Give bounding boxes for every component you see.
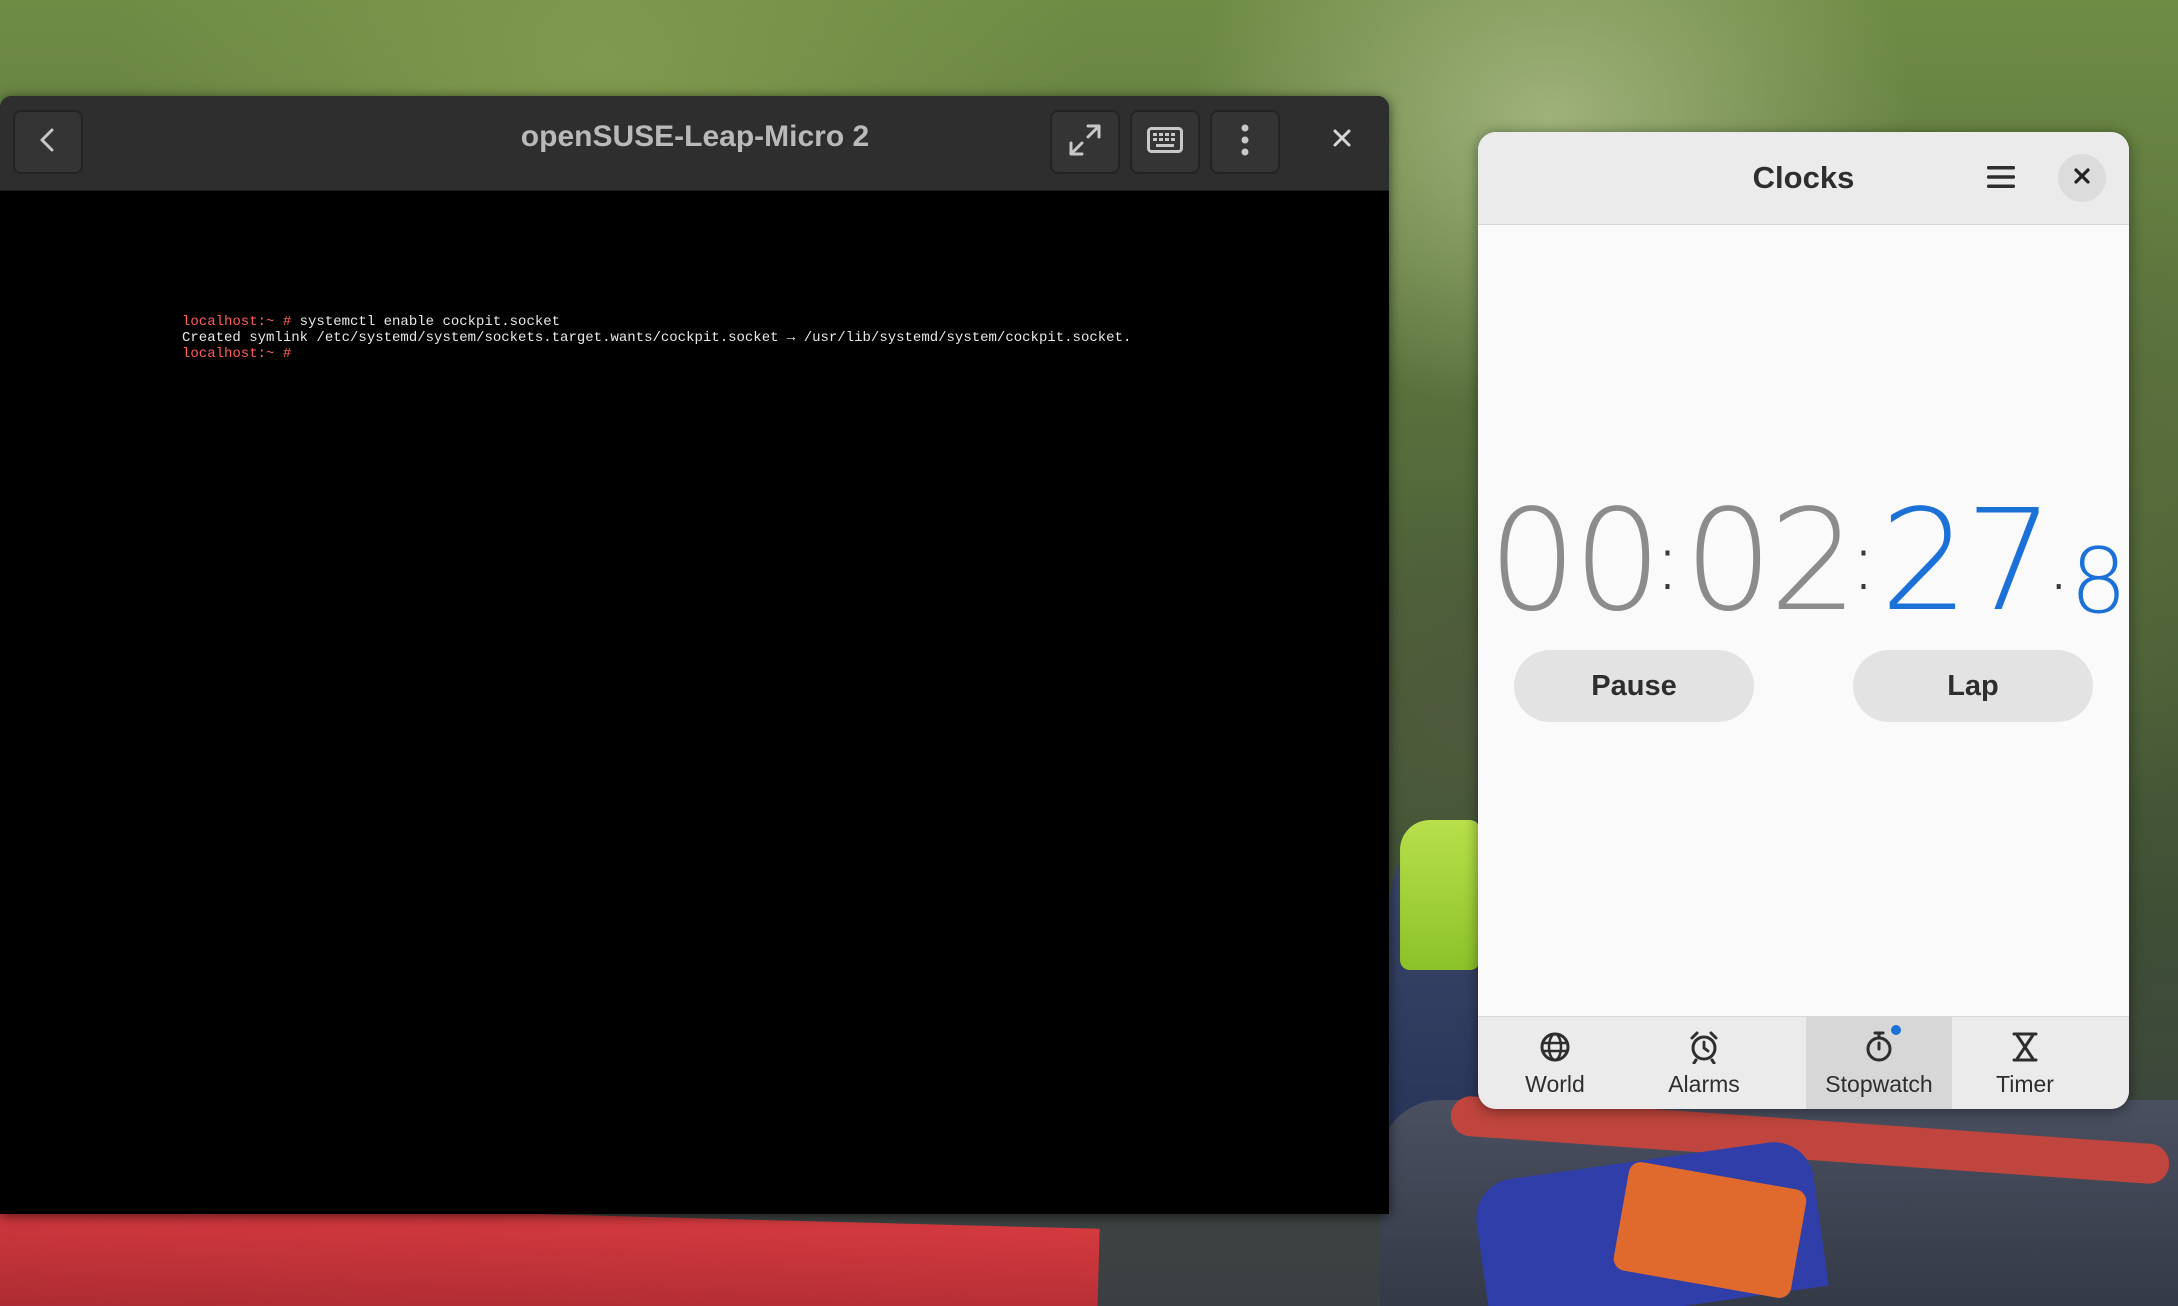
fullscreen-button[interactable]: [1050, 110, 1120, 174]
keyboard-button[interactable]: [1130, 110, 1200, 174]
kebab-menu-icon: [1240, 123, 1250, 162]
clocks-close-button[interactable]: [2058, 154, 2106, 202]
time-separator: :: [1654, 515, 1681, 608]
stopwatch-time-display: 00 : 02 : 27 . 8: [1488, 462, 2128, 662]
decimal-separator: .: [2046, 515, 2072, 608]
globe-icon: [1537, 1029, 1573, 1065]
terminal-prompt: localhost:~ #: [182, 346, 292, 362]
lap-button[interactable]: Lap: [1853, 650, 2093, 722]
vm-header-bar: openSUSE-Leap-Micro 2: [0, 96, 1389, 191]
tab-label: Stopwatch: [1825, 1071, 1933, 1097]
stopwatch-seconds: 27: [1880, 480, 2054, 643]
vm-title: openSUSE-Leap-Micro 2: [520, 120, 870, 153]
clocks-title: Clocks: [1752, 160, 1855, 195]
stopwatch-minutes: 02: [1684, 480, 1858, 643]
terminal-output: Created symlink /etc/systemd/system/sock…: [182, 330, 1132, 346]
tab-stopwatch[interactable]: Stopwatch: [1806, 1017, 1952, 1109]
stopwatch-icon: [1861, 1025, 1901, 1065]
stopwatch-hours: 00: [1488, 480, 1662, 643]
tab-world[interactable]: World: [1482, 1017, 1628, 1109]
main-menu-button[interactable]: [1978, 156, 2024, 202]
terminal-command: systemctl enable cockpit.socket: [291, 314, 561, 330]
close-icon: [2073, 167, 2091, 190]
chevron-left-icon: [34, 126, 62, 159]
keyboard-icon: [1147, 126, 1183, 158]
clocks-window: Clocks 00 : 02 : 27 . 8 Pause Lap World …: [1478, 132, 2129, 1109]
vm-console[interactable]: localhost:~ # systemctl enable cockpit.s…: [182, 314, 1131, 362]
back-button[interactable]: [13, 110, 83, 174]
hamburger-icon: [1986, 164, 2016, 195]
vm-close-button[interactable]: [1320, 118, 1364, 162]
running-indicator-dot: [1891, 1025, 1901, 1035]
pause-button[interactable]: Pause: [1514, 650, 1754, 722]
tab-alarms[interactable]: Alarms: [1631, 1017, 1777, 1109]
close-icon: [1332, 128, 1352, 153]
time-separator: :: [1850, 515, 1877, 608]
vm-window: openSUSE-Leap-Micro 2 localhost:~ # syst…: [0, 96, 1389, 1214]
tab-label: Alarms: [1668, 1071, 1740, 1097]
stopwatch-tenths: 8: [2070, 529, 2128, 634]
menu-button[interactable]: [1210, 110, 1280, 174]
alarm-clock-icon: [1686, 1029, 1722, 1065]
tab-label: World: [1525, 1071, 1585, 1097]
desktop-background: openSUSE-Leap-Micro 2 localhost:~ # syst…: [0, 0, 2178, 1306]
background-raft: [0, 1200, 1100, 1306]
fullscreen-icon: [1067, 122, 1103, 163]
tab-label: Timer: [1996, 1071, 2054, 1097]
terminal-prompt: localhost:~ #: [182, 314, 292, 330]
background-life-vest: [1400, 820, 1480, 970]
clocks-header-bar: Clocks: [1478, 132, 2129, 225]
view-switcher-bar: World Alarms Stopwatch Timer: [1478, 1016, 2129, 1109]
tab-timer[interactable]: Timer: [1952, 1017, 2098, 1109]
hourglass-icon: [2007, 1029, 2043, 1065]
